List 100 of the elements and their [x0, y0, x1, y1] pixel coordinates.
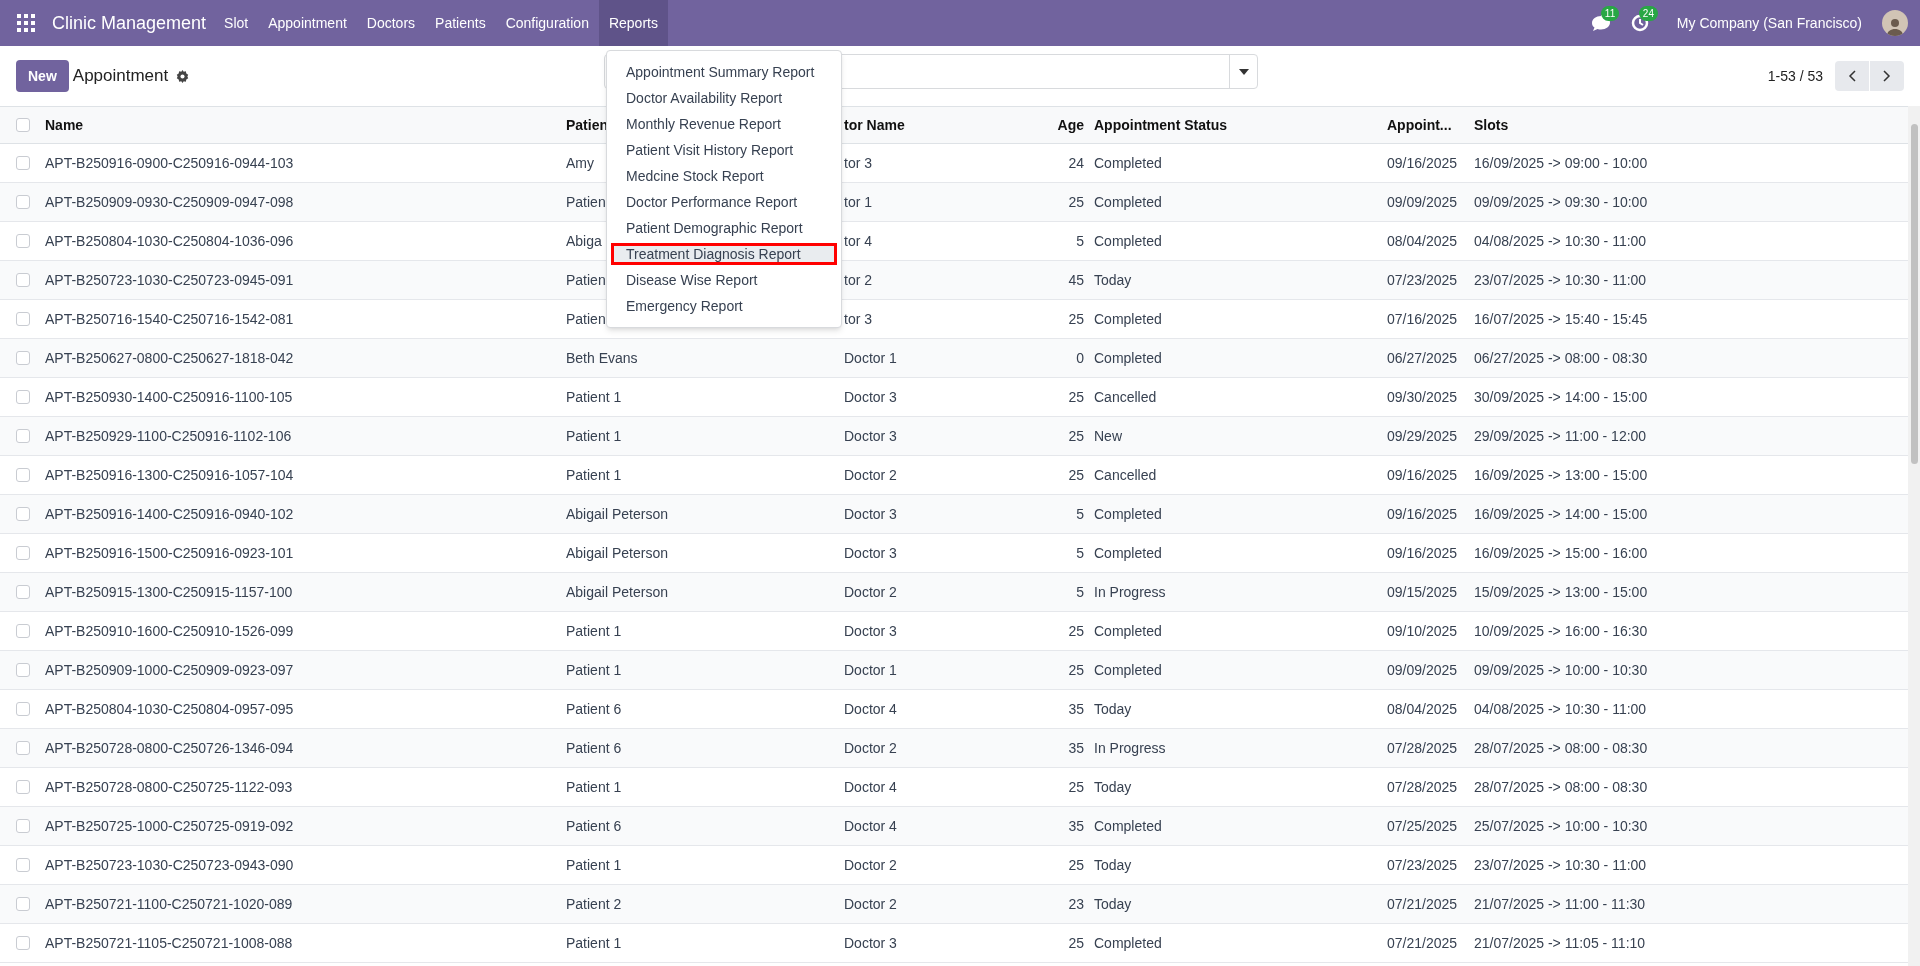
report-menu-item[interactable]: Patient Visit History Report [611, 137, 837, 163]
table-cell: Completed [1094, 193, 1162, 210]
settings-icon[interactable] [176, 69, 190, 83]
next-page-button[interactable] [1870, 61, 1904, 91]
menu-tab[interactable]: Patients [425, 0, 496, 46]
table-cell: APT-B250728-0800-C250725-1122-093 [45, 778, 293, 795]
report-menu-item[interactable]: Doctor Availability Report [611, 85, 837, 111]
row-checkbox[interactable] [16, 390, 30, 404]
table-cell: 15/09/2025 -> 13:00 - 15:00 [1474, 583, 1648, 600]
row-checkbox[interactable] [16, 234, 30, 248]
table-cell: Doctor 2 [844, 856, 897, 873]
table-cell: Patient 1 [566, 934, 622, 951]
menu-tab[interactable]: Appointment [258, 0, 357, 46]
row-checkbox[interactable] [16, 118, 30, 132]
column-header[interactable]: Appoint... [1387, 116, 1452, 133]
column-header[interactable]: Patien [566, 116, 608, 133]
row-checkbox[interactable] [16, 702, 30, 716]
report-menu-item[interactable]: Monthly Revenue Report [611, 111, 837, 137]
scrollbar[interactable] [1908, 106, 1920, 966]
row-checkbox[interactable] [16, 858, 30, 872]
report-menu-item[interactable]: Treatment Diagnosis Report [611, 243, 837, 265]
table-cell: Completed [1094, 622, 1162, 639]
menu-tab[interactable]: Slot [214, 0, 259, 46]
row-checkbox[interactable] [16, 936, 30, 950]
row-checkbox[interactable] [16, 312, 30, 326]
table-cell: 30/09/2025 -> 14:00 - 15:00 [1474, 388, 1648, 405]
company-switcher[interactable]: My Company (San Francisco) [1676, 12, 1862, 34]
row-checkbox[interactable] [16, 780, 30, 794]
table-cell: Beth Evans [566, 349, 638, 366]
table-cell: Doctor 1 [844, 349, 897, 366]
row-checkbox[interactable] [16, 351, 30, 365]
table-cell: APT-B250915-1300-C250915-1157-100 [45, 583, 293, 600]
report-menu-item[interactable]: Medcine Stock Report [611, 163, 837, 189]
table-cell: 5 [1076, 583, 1084, 600]
menu-tab[interactable]: Reports [598, 0, 668, 46]
table-cell: 35 [1068, 700, 1084, 717]
app-name[interactable]: Clinic Management [52, 9, 207, 37]
row-checkbox[interactable] [16, 819, 30, 833]
row-checkbox[interactable] [16, 507, 30, 521]
table-cell: Completed [1094, 544, 1162, 561]
table-cell: Patien [566, 310, 606, 327]
user-avatar[interactable] [1882, 10, 1908, 36]
table-cell: 09/16/2025 [1387, 544, 1458, 561]
table-cell: APT-B250723-1030-C250723-0943-090 [45, 856, 294, 873]
column-header[interactable]: Age [1057, 116, 1084, 133]
table-cell: Doctor 2 [844, 895, 897, 912]
table-cell: APT-B250627-0800-C250627-1818-042 [45, 349, 294, 366]
table-cell: APT-B250929-1100-C250916-1102-106 [45, 427, 292, 444]
row-checkbox[interactable] [16, 585, 30, 599]
table-cell: Patien [566, 193, 606, 210]
report-menu-item[interactable]: Doctor Performance Report [611, 189, 837, 215]
table-cell: Patient 6 [566, 817, 622, 834]
table-cell: Today [1094, 856, 1132, 873]
previous-page-button[interactable] [1835, 61, 1869, 91]
table-cell: tor 3 [844, 310, 872, 327]
pager-value: 1-53 / 53 [1767, 66, 1823, 86]
row-checkbox[interactable] [16, 156, 30, 170]
menu-tab[interactable]: Doctors [356, 0, 426, 46]
row-checkbox[interactable] [16, 546, 30, 560]
column-header[interactable]: Slots [1474, 116, 1509, 133]
table-cell: 5 [1076, 544, 1084, 561]
column-header[interactable]: Appointment Status [1094, 116, 1227, 133]
row-checkbox[interactable] [16, 741, 30, 755]
table-cell: APT-B250721-1105-C250721-1008-088 [45, 934, 293, 951]
table-cell: 07/21/2025 [1387, 895, 1458, 912]
table-cell: 23/07/2025 -> 10:30 - 11:00 [1474, 856, 1647, 873]
report-menu-item[interactable]: Patient Demographic Report [611, 215, 837, 241]
table-cell: tor 3 [844, 154, 872, 171]
table-cell: Doctor 2 [844, 739, 897, 756]
table-cell: Patient 2 [566, 895, 622, 912]
row-checkbox[interactable] [16, 624, 30, 638]
table-cell: 09/15/2025 [1387, 583, 1458, 600]
table-cell: Patient 1 [566, 388, 622, 405]
report-menu-item[interactable]: Appointment Summary Report [611, 59, 837, 85]
table-cell: 25 [1068, 622, 1084, 639]
table-cell: Abigail Peterson [566, 583, 668, 600]
report-menu-item[interactable]: Emergency Report [611, 293, 837, 319]
row-checkbox[interactable] [16, 195, 30, 209]
table-cell: 09/29/2025 [1387, 427, 1458, 444]
table-cell: 09/09/2025 -> 09:30 - 10:00 [1474, 193, 1648, 210]
column-header[interactable]: tor Name [844, 116, 905, 133]
row-checkbox[interactable] [16, 468, 30, 482]
row-checkbox[interactable] [16, 273, 30, 287]
table-cell: Patient 1 [566, 778, 622, 795]
table-cell: APT-B250804-1030-C250804-1036-096 [45, 232, 294, 249]
table-cell: 21/07/2025 -> 11:05 - 11:10 [1474, 934, 1646, 951]
column-header[interactable]: Name [45, 116, 84, 133]
table-cell: Doctor 1 [844, 661, 897, 678]
table-cell: 25/07/2025 -> 10:00 - 10:30 [1474, 817, 1648, 834]
table-cell: tor 2 [844, 271, 872, 288]
table-cell: 06/27/2025 -> 08:00 - 08:30 [1474, 349, 1648, 366]
table-cell: 35 [1068, 739, 1084, 756]
table-cell: 28/07/2025 -> 08:00 - 08:30 [1474, 739, 1648, 756]
table-cell: 16/09/2025 -> 14:00 - 15:00 [1474, 505, 1648, 522]
menu-tab[interactable]: Configuration [495, 0, 599, 46]
report-menu-item[interactable]: Disease Wise Report [611, 267, 837, 293]
row-checkbox[interactable] [16, 663, 30, 677]
new-button[interactable]: New [16, 60, 69, 92]
row-checkbox[interactable] [16, 897, 30, 911]
row-checkbox[interactable] [16, 429, 30, 443]
